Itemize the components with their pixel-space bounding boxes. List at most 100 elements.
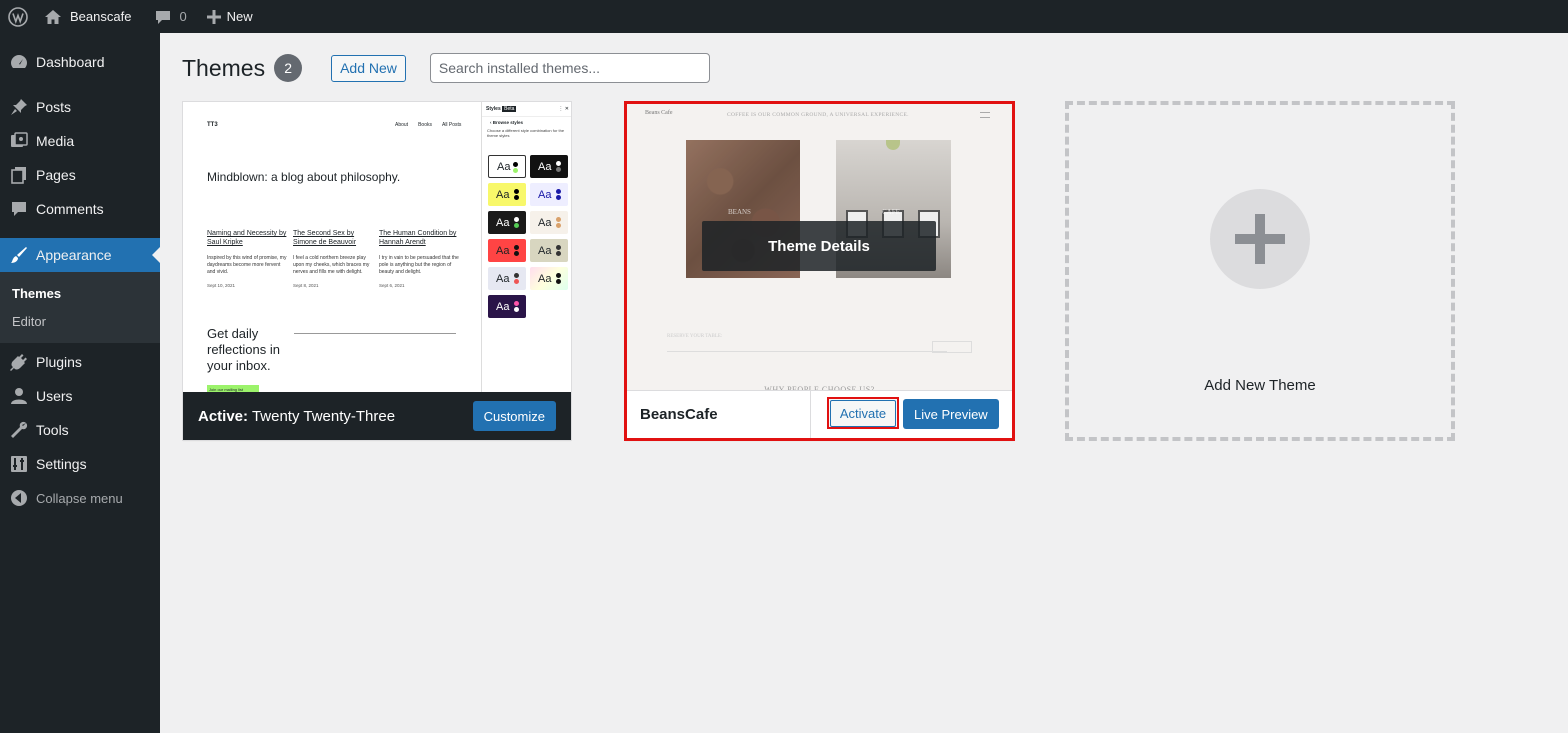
media-icon [9,131,29,151]
collapse-menu-button[interactable]: Collapse menu [0,481,160,515]
swatch-label: Aa [538,160,552,173]
beanscafe-tagline: COFFEE IS OUR COMMON GROUND, A UNIVERSAL… [727,112,909,118]
appearance-submenu: Themes Editor [0,272,160,343]
sidebar-item-comments[interactable]: Comments [0,192,160,226]
site-name-label: Beanscafe [70,9,132,24]
tt3-nav-links: About Books All Posts [395,122,461,128]
style-swatch: Aa [530,239,568,262]
plugin-icon [9,352,29,372]
tt3-divider [294,333,456,334]
tt3-preview: TT3 About Books All Posts Mindblown: a b… [183,102,571,393]
wrench-icon [9,420,29,440]
tt3-post-excerpt: I feel a cold northern breeze play upon … [293,255,370,275]
theme-screenshot[interactable]: Beans Cafe COFFEE IS OUR COMMON GROUND, … [627,104,1012,395]
comments-link[interactable]: 0 [147,0,194,33]
settings-icon [9,454,29,474]
reserve-submit [932,341,972,353]
beans-watermark: BEANS [728,208,751,216]
theme-name: BeansCafe [640,406,718,423]
live-preview-button[interactable]: Live Preview [903,399,999,429]
tt3-post-excerpt: I try in vain to be persuaded that the p… [379,255,459,275]
beanscafe-logo: Beans Cafe [645,110,673,116]
theme-name-bar: Active: Twenty Twenty-Three Customize [183,392,571,440]
tt3-link: About [395,122,409,128]
new-label: New [226,9,253,24]
add-new-theme-label: Add New Theme [1204,377,1316,394]
sidebar-item-label: Dashboard [36,54,105,70]
close-icon: ⋮ ✕ [558,106,569,112]
reserve-label: RESERVE YOUR TABLE: [667,334,723,339]
style-swatch: Aa [488,183,526,206]
sidebar-item-posts[interactable]: Posts [0,90,160,124]
submenu-item-editor[interactable]: Editor [0,307,160,335]
sidebar-item-label: Pages [36,167,76,183]
theme-card-twenty-twenty-three[interactable]: TT3 About Books All Posts Mindblown: a b… [182,101,572,441]
new-content-link[interactable]: New [199,0,261,33]
sidebar-item-appearance[interactable]: Appearance [0,238,160,272]
tt3-post-excerpt: Inspired by this wind of promise, my day… [207,255,287,275]
style-swatch: Aa [530,183,568,206]
tt3-browse-label: Browse styles [492,120,524,125]
activate-button-highlight: Activate [827,397,899,429]
sidebar-item-label: Users [36,388,73,404]
style-swatch: Aa [488,211,526,234]
tt3-styles-panel: Styles Beta ⋮ ✕ ‹ Browse styles Choose a… [481,102,571,393]
style-swatch: Aa [488,267,526,290]
sidebar-item-pages[interactable]: Pages [0,158,160,192]
tt3-panel-badge: Beta [502,106,517,112]
plus-icon [206,9,221,24]
customize-button[interactable]: Customize [472,401,556,431]
users-icon [9,386,29,406]
sidebar-item-label: Plugins [36,354,82,370]
theme-screenshot[interactable]: TT3 About Books All Posts Mindblown: a b… [183,102,571,393]
tt3-browse-styles: ‹ Browse styles [490,120,524,125]
collapse-menu-label: Collapse menu [36,490,123,506]
style-swatch: Aa [530,211,568,234]
swatch-label: Aa [538,216,552,229]
page-title: Themes [182,54,266,81]
sidebar-item-label: Comments [36,201,104,217]
tt3-panel-header: Styles Beta ⋮ ✕ [482,102,571,117]
sidebar-item-settings[interactable]: Settings [0,447,160,481]
swatch-label: Aa [496,216,510,229]
cafe-watermark: CAFE [882,208,900,216]
theme-count-badge: 2 [274,54,303,82]
search-themes-input[interactable] [429,53,710,83]
site-name-link[interactable]: Beanscafe [36,0,139,33]
theme-name: Twenty Twenty-Three [251,407,396,425]
tt3-post-title: The Second Sex by Simone de Beauvoir [293,230,357,246]
sidebar-item-tools[interactable]: Tools [0,413,160,447]
comment-bubble-icon [155,9,171,25]
pages-icon [9,165,29,185]
admin-bar: Beanscafe 0 New [0,0,1568,33]
reserve-form [667,346,947,352]
sidebar-item-dashboard[interactable]: Dashboard [0,45,160,79]
style-swatch: Aa [488,295,526,318]
swatch-label: Aa [496,244,510,257]
comments-count: 0 [179,9,187,24]
sidebar-item-media[interactable]: Media [0,124,160,158]
tt3-post-date: Sept 10, 2021 [207,283,236,288]
tt3-panel-desc: Choose a different style combination for… [487,128,565,138]
dashboard-icon [9,52,29,72]
submenu-item-themes[interactable]: Themes [0,279,160,307]
actions-divider [810,391,811,438]
activate-button[interactable]: Activate [829,399,897,427]
sidebar-item-users[interactable]: Users [0,379,160,413]
theme-details-button[interactable]: Theme Details [702,221,936,271]
swatch-label: Aa [538,188,552,201]
brush-icon [9,245,29,265]
tt3-post: The Second Sex by Simone de Beauvoir I f… [293,229,373,288]
sidebar-item-label: Appearance [36,247,112,263]
swatch-label: Aa [496,300,510,313]
sidebar-item-label: Posts [36,99,72,115]
swatch-label: Aa [538,272,552,285]
add-new-button[interactable]: Add New [331,54,406,82]
style-swatch: Aa [488,239,526,262]
wordpress-logo-icon[interactable] [0,0,36,33]
add-new-theme-card[interactable]: Add New Theme [1065,101,1455,441]
sidebar-item-label: Tools [36,422,69,438]
tt3-newsletter: Get daily reflections in your inbox. [207,326,280,373]
sidebar-item-plugins[interactable]: Plugins [0,345,160,379]
theme-card-beanscafe[interactable]: Beans Cafe COFFEE IS OUR COMMON GROUND, … [624,101,1015,441]
